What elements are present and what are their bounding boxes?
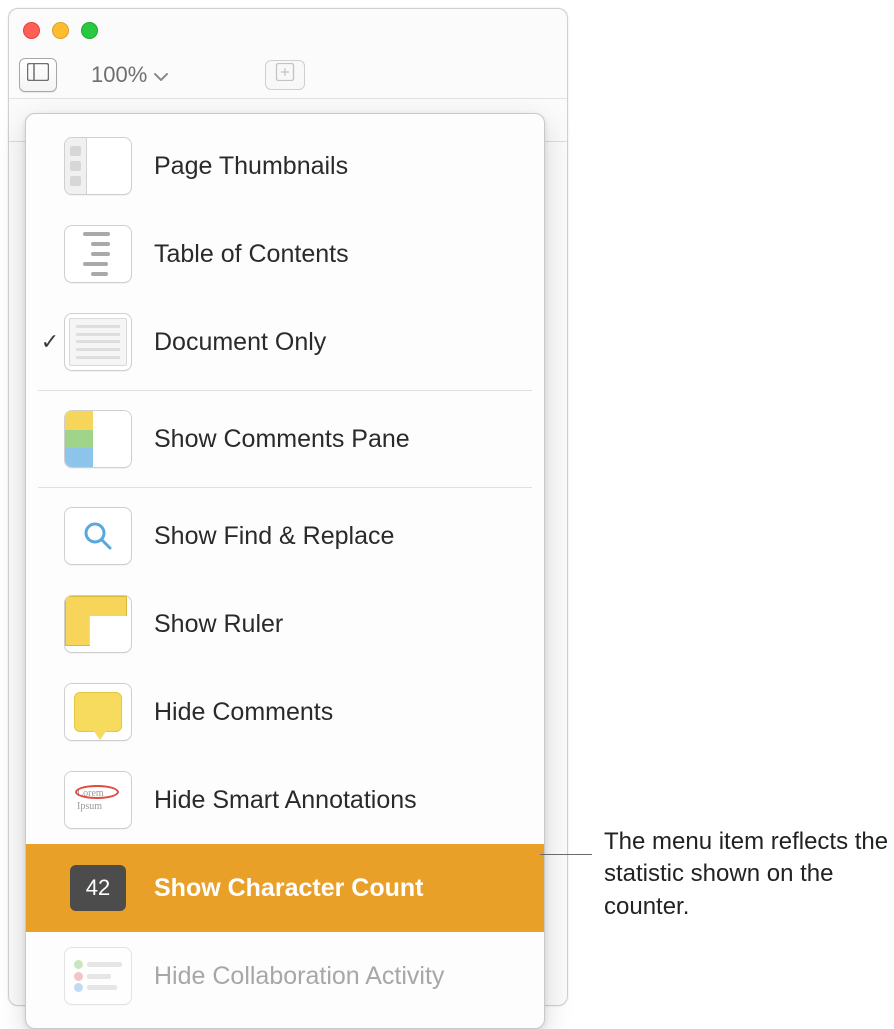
collaboration-activity-icon: [64, 947, 132, 1005]
menu-item-label: Show Ruler: [154, 610, 283, 639]
menu-item-show-find-replace[interactable]: Show Find & Replace: [26, 492, 544, 580]
ruler-icon: [64, 595, 132, 653]
menu-item-show-comments-pane[interactable]: Show Comments Pane: [26, 395, 544, 483]
menu-item-show-character-count[interactable]: 42 Show Character Count: [26, 844, 544, 932]
menu-item-label: Document Only: [154, 328, 326, 357]
menu-item-table-of-contents[interactable]: Table of Contents: [26, 210, 544, 298]
view-menu-button[interactable]: [19, 58, 57, 92]
menu-item-label: Hide Comments: [154, 698, 333, 727]
menu-item-label: Hide Smart Annotations: [154, 786, 417, 815]
toolbar: 100%: [9, 51, 567, 99]
menu-item-label: Show Character Count: [154, 874, 423, 903]
titlebar: [9, 9, 567, 51]
menu-item-hide-comments[interactable]: Hide Comments: [26, 668, 544, 756]
ipsum-text: Ipsum: [77, 802, 119, 811]
menu-item-label: Show Find & Replace: [154, 522, 394, 551]
menu-item-label: Page Thumbnails: [154, 152, 348, 181]
menu-item-label: Hide Collaboration Activity: [154, 962, 444, 991]
smart-annotations-icon: Lorem Ipsum: [64, 771, 132, 829]
menu-item-page-thumbnails[interactable]: Page Thumbnails: [26, 122, 544, 210]
menu-item-hide-collaboration-activity: Hide Collaboration Activity: [26, 932, 544, 1020]
menu-item-hide-smart-annotations[interactable]: Lorem Ipsum Hide Smart Annotations: [26, 756, 544, 844]
comments-pane-icon: [64, 410, 132, 468]
menu-separator: [38, 487, 532, 488]
window-fullscreen-button[interactable]: [81, 22, 98, 39]
checkmark-icon: ✓: [36, 329, 64, 355]
callout-text: The menu item reflects the statistic sho…: [604, 826, 894, 923]
callout-leader-line: [540, 854, 592, 855]
character-count-icon: 42: [64, 859, 132, 917]
menu-item-label: Show Comments Pane: [154, 425, 410, 454]
window-close-button[interactable]: [23, 22, 40, 39]
sidebar-panel-icon: [27, 63, 49, 86]
table-of-contents-icon: [64, 225, 132, 283]
add-page-button[interactable]: [265, 60, 305, 90]
add-page-icon: [274, 63, 296, 86]
window-minimize-button[interactable]: [52, 22, 69, 39]
search-icon: [64, 507, 132, 565]
zoom-value: 100%: [91, 62, 147, 88]
comment-icon: [64, 683, 132, 741]
document-only-icon: [64, 313, 132, 371]
character-count-badge: 42: [86, 875, 110, 901]
callout-annotation: The menu item reflects the statistic sho…: [540, 826, 894, 923]
zoom-control[interactable]: 100%: [85, 60, 175, 90]
page-thumbnails-icon: [64, 137, 132, 195]
view-dropdown-menu: Page Thumbnails Table of Contents ✓ Docu…: [25, 113, 545, 1029]
menu-item-document-only[interactable]: ✓ Document Only: [26, 298, 544, 386]
menu-item-label: Table of Contents: [154, 240, 349, 269]
menu-item-show-ruler[interactable]: Show Ruler: [26, 580, 544, 668]
menu-separator: [38, 390, 532, 391]
chevron-down-icon: [153, 62, 169, 88]
traffic-lights: [23, 22, 98, 39]
app-window: 100% Page Thumbnails: [8, 8, 568, 1006]
